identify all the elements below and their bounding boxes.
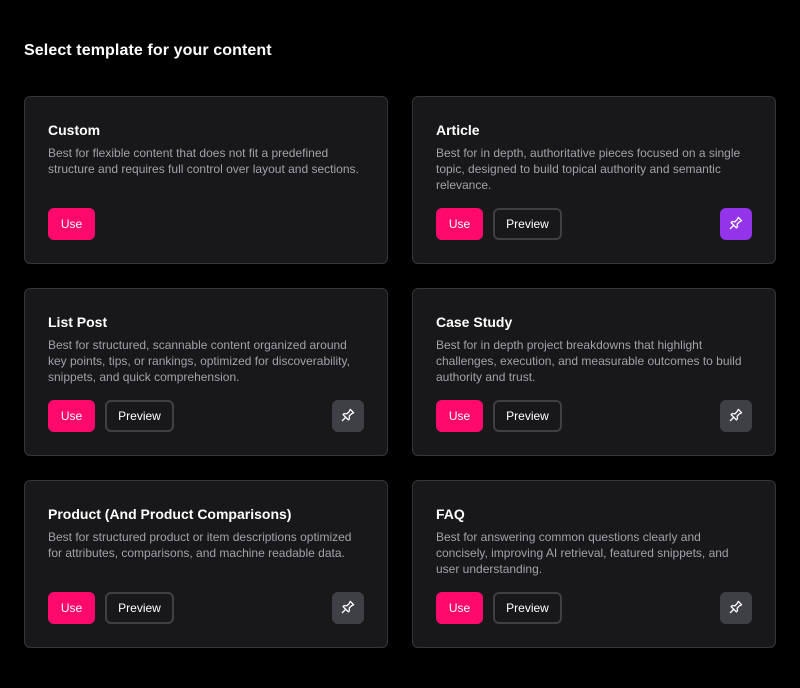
template-card-faq: FAQ Best for answering common questions …: [412, 480, 776, 648]
pin-icon: [339, 598, 357, 619]
page-title: Select template for your content: [24, 42, 272, 59]
pin-button[interactable]: [720, 208, 752, 240]
template-actions: Use Preview: [436, 208, 562, 240]
use-button[interactable]: Use: [436, 400, 483, 432]
use-button[interactable]: Use: [436, 592, 483, 624]
pin-button[interactable]: [720, 400, 752, 432]
preview-button[interactable]: Preview: [493, 208, 562, 240]
template-title: Case Study: [436, 314, 513, 330]
template-selection-page: Select template for your content Custom …: [0, 0, 800, 688]
template-actions: Use Preview: [48, 400, 174, 432]
template-card-custom: Custom Best for flexible content that do…: [24, 96, 388, 264]
preview-button[interactable]: Preview: [105, 400, 174, 432]
use-button[interactable]: Use: [436, 208, 483, 240]
preview-button[interactable]: Preview: [493, 400, 562, 432]
pin-icon: [727, 406, 745, 427]
template-card-product: Product (And Product Comparisons) Best f…: [24, 480, 388, 648]
template-actions: Use Preview: [436, 400, 562, 432]
template-title: Custom: [48, 122, 101, 138]
template-title: List Post: [48, 314, 108, 330]
template-title: FAQ: [436, 506, 465, 522]
template-description: Best for answering common questions clea…: [436, 530, 729, 576]
template-actions: Use Preview: [436, 592, 562, 624]
template-description: Best for in depth, authoritative pieces …: [436, 146, 741, 192]
pin-icon: [339, 406, 357, 427]
template-card-article: Article Best for in depth, authoritative…: [412, 96, 776, 264]
template-description: Best for structured, scannable content o…: [48, 338, 350, 384]
template-actions: Use: [48, 208, 95, 240]
template-description: Best for in depth project breakdowns tha…: [436, 338, 742, 384]
preview-button[interactable]: Preview: [105, 592, 174, 624]
pin-button[interactable]: [332, 592, 364, 624]
template-card-list-post: List Post Best for structured, scannable…: [24, 288, 388, 456]
pin-icon: [727, 214, 745, 235]
pin-button[interactable]: [332, 400, 364, 432]
pin-button[interactable]: [720, 592, 752, 624]
template-description: Best for structured product or item desc…: [48, 530, 352, 560]
template-title: Product (And Product Comparisons): [48, 506, 292, 522]
use-button[interactable]: Use: [48, 208, 95, 240]
template-description: Best for flexible content that does not …: [48, 146, 359, 176]
use-button[interactable]: Use: [48, 400, 95, 432]
template-title: Article: [436, 122, 480, 138]
template-card-case-study: Case Study Best for in depth project bre…: [412, 288, 776, 456]
template-grid: Custom Best for flexible content that do…: [24, 96, 776, 648]
preview-button[interactable]: Preview: [493, 592, 562, 624]
use-button[interactable]: Use: [48, 592, 95, 624]
template-actions: Use Preview: [48, 592, 174, 624]
pin-icon: [727, 598, 745, 619]
